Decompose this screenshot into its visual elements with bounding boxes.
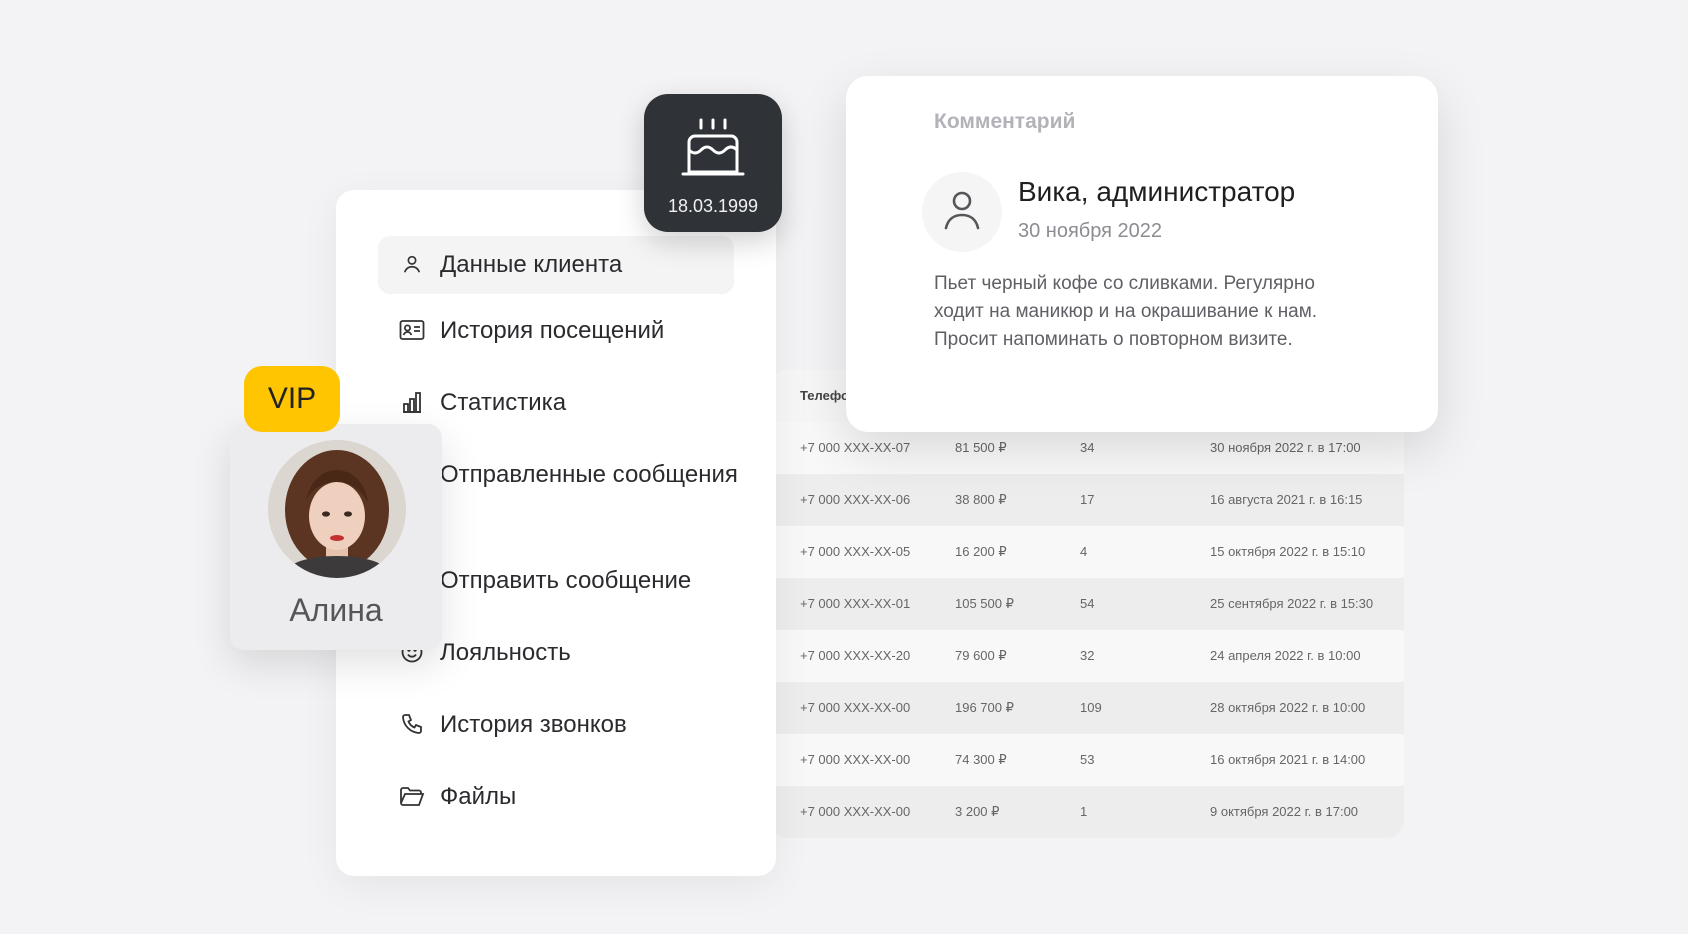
cell-phone: +7 000 XXX-XX-01 [800, 596, 911, 611]
table-row[interactable]: +7 000 XXX-XX-00 196 700 ₽ 109 28 октябр… [770, 682, 1404, 734]
menu-item-visit-history[interactable]: История посещений [398, 314, 754, 348]
table-row[interactable]: +7 000 XXX-XX-05 16 200 ₽ 4 15 октября 2… [770, 526, 1404, 578]
table-row[interactable]: +7 000 XXX-XX-00 3 200 ₽ 1 9 октября 202… [770, 786, 1404, 838]
cell-visits: 54 [1080, 596, 1095, 611]
comment-author: Вика, администратор [1018, 176, 1296, 207]
cell-phone: +7 000 XXX-XX-06 [800, 492, 911, 507]
cell-last-visit: 28 октября 2022 г. в 10:00 [1210, 700, 1366, 715]
cell-last-visit: 25 сентября 2022 г. в 15:30 [1210, 596, 1374, 611]
comment-card: Комментарий Вика, администратор 30 ноябр… [846, 76, 1438, 432]
cell-sum: 105 500 ₽ [955, 596, 1014, 611]
comment-heading: Комментарий [934, 110, 1076, 133]
cell-visits: 1 [1080, 804, 1088, 819]
menu-item-label: Отправить сообщение [440, 567, 692, 594]
bar-chart-icon [398, 388, 426, 416]
user-icon [942, 188, 982, 237]
cell-phone: +7 000 XXX-XX-05 [800, 544, 911, 559]
cell-last-visit: 16 октября 2021 г. в 14:00 [1210, 752, 1366, 767]
cell-phone: +7 000 XXX-XX-20 [800, 648, 911, 663]
menu-item-client-data[interactable]: Данные клиента [378, 236, 734, 294]
canvas: Телефон ▒▒▒▒▒ ▒▒▒▒ ▒▒▒▒▒▒▒▒▒▒ +7 000 XXX… [0, 0, 1688, 934]
cell-sum: 81 500 ₽ [955, 440, 1007, 455]
cell-visits: 34 [1080, 440, 1095, 455]
cell-visits: 53 [1080, 752, 1095, 767]
cell-sum: 74 300 ₽ [955, 752, 1007, 767]
cell-last-visit: 15 октября 2022 г. в 15:10 [1210, 544, 1366, 559]
menu-item-sent-messages[interactable]: Отправленные сообщения [398, 458, 754, 492]
cell-visits: 32 [1080, 648, 1095, 663]
id-card-icon [398, 316, 426, 344]
menu-item-statistics[interactable]: Статистика [398, 386, 754, 420]
vip-badge: VIP [244, 366, 340, 432]
cell-sum: 3 200 ₽ [955, 804, 1000, 819]
cell-last-visit: 30 ноября 2022 г. в 17:00 [1210, 440, 1361, 455]
user-icon [398, 250, 426, 278]
comment-text: Пьет черный кофе со сливками. Регулярно … [934, 273, 1318, 350]
cell-visits: 17 [1080, 492, 1095, 507]
cell-phone: +7 000 XXX-XX-00 [800, 700, 911, 715]
menu-item-label: Отправленные сообщения [440, 461, 738, 488]
cell-phone: +7 000 XXX-XX-00 [800, 804, 911, 819]
clients-table: Телефон ▒▒▒▒▒ ▒▒▒▒ ▒▒▒▒▒▒▒▒▒▒ +7 000 XXX… [770, 370, 1404, 838]
cell-last-visit: 16 августа 2021 г. в 16:15 [1210, 492, 1363, 507]
menu-item-loyalty[interactable]: Лояльность [398, 636, 754, 670]
table-row[interactable]: +7 000 XXX-XX-20 79 600 ₽ 32 24 апреля 2… [770, 630, 1404, 682]
table-row[interactable]: +7 000 XXX-XX-06 38 800 ₽ 17 16 августа … [770, 474, 1404, 526]
cell-sum: 196 700 ₽ [955, 700, 1014, 715]
client-photo [268, 440, 406, 578]
comment-date: 30 ноября 2022 [1018, 220, 1163, 242]
menu-item-label: Лояльность [440, 639, 571, 666]
client-name: Алина [289, 592, 383, 628]
menu-item-label: История звонков [440, 711, 627, 738]
client-profile-card: Алина [230, 424, 442, 650]
menu-item-label: История посещений [440, 317, 665, 344]
cake-icon [679, 116, 747, 183]
cell-sum: 38 800 ₽ [955, 492, 1007, 507]
menu-item-files[interactable]: Файлы [398, 780, 754, 814]
cell-phone: +7 000 XXX-XX-07 [800, 440, 911, 455]
cell-phone: +7 000 XXX-XX-00 [800, 752, 911, 767]
avatar [922, 172, 1002, 252]
cell-sum: 16 200 ₽ [955, 544, 1007, 559]
phone-icon [398, 710, 426, 738]
cell-last-visit: 9 октября 2022 г. в 17:00 [1210, 804, 1359, 819]
menu-item-call-history[interactable]: История звонков [398, 708, 754, 742]
table-row[interactable]: +7 000 XXX-XX-00 74 300 ₽ 53 16 октября … [770, 734, 1404, 786]
menu-item-label: Данные клиента [440, 251, 623, 278]
menu-item-send-message[interactable]: Отправить сообщение [398, 564, 754, 598]
cell-visits: 4 [1080, 544, 1088, 559]
menu-item-label: Статистика [440, 389, 567, 416]
birthday-badge: 18.03.1999 [644, 94, 782, 232]
menu-item-label: Файлы [440, 783, 517, 810]
cell-last-visit: 24 апреля 2022 г. в 10:00 [1210, 648, 1361, 663]
table-row[interactable]: +7 000 XXX-XX-01 105 500 ₽ 54 25 сентябр… [770, 578, 1404, 630]
cell-sum: 79 600 ₽ [955, 648, 1007, 663]
birthday-date: 18.03.1999 [667, 196, 759, 216]
folder-icon [398, 782, 426, 810]
cell-visits: 109 [1080, 700, 1102, 715]
